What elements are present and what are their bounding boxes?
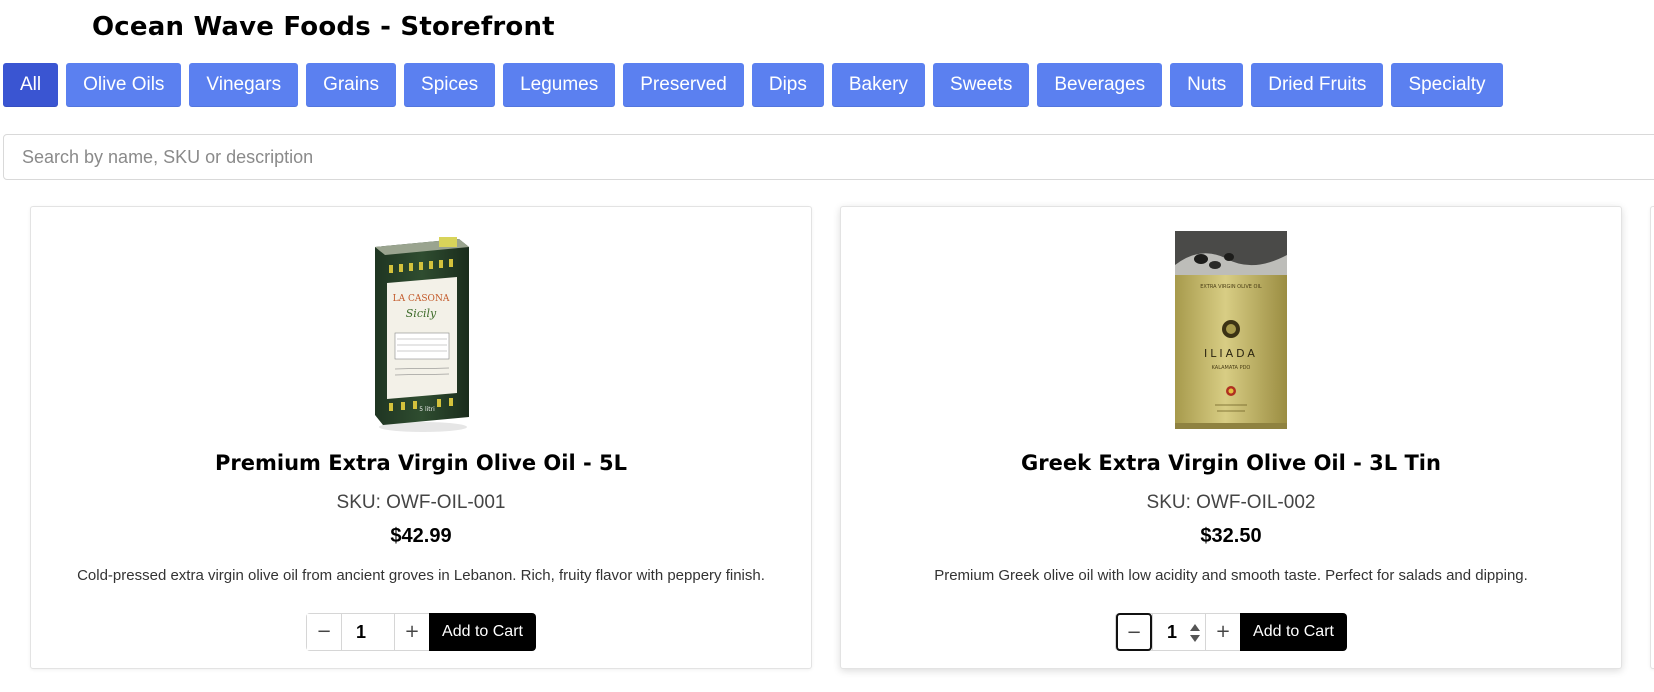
increase-quantity-button[interactable]: + [395, 614, 430, 650]
decrease-quantity-button[interactable]: − [307, 614, 342, 650]
tab-legumes[interactable]: Legumes [503, 63, 616, 107]
product-sku: SKU: OWF-OIL-001 [336, 492, 506, 513]
search-input[interactable] [3, 134, 1654, 180]
olive-oil-tin-image: EXTRA VIRGIN OLIVE OIL ILIADA KALAMATA P… [1175, 231, 1287, 429]
quantity-field [1152, 614, 1207, 650]
tab-dips[interactable]: Dips [751, 63, 824, 107]
tab-beverages[interactable]: Beverages [1037, 63, 1163, 107]
tab-spices[interactable]: Spices [404, 63, 496, 107]
product-price: $42.99 [390, 525, 452, 547]
decrease-quantity-button[interactable]: − [1116, 613, 1153, 651]
add-to-cart-button[interactable]: Add to Cart [429, 613, 536, 651]
product-card: EXTRA VIRGIN OLIVE OIL ILIADA KALAMATA P… [840, 206, 1622, 669]
cart-controls: − + Add to Cart [31, 612, 811, 652]
tab-bakery[interactable]: Bakery [831, 63, 926, 107]
tab-all[interactable]: All [3, 63, 59, 107]
storefront-page: Ocean Wave Foods - Storefront All Olive … [0, 0, 1654, 692]
svg-text:KALAMATA PDO: KALAMATA PDO [1212, 365, 1251, 371]
svg-text:LA CASONA: LA CASONA [393, 294, 450, 304]
product-name: Premium Extra Virgin Olive Oil - 5L [215, 451, 627, 475]
tab-preserved[interactable]: Preserved [623, 63, 744, 107]
category-tabs: All Olive Oils Vinegars Grains Spices Le… [3, 63, 1503, 107]
add-to-cart-button[interactable]: Add to Cart [1240, 613, 1347, 651]
product-description: Premium Greek olive oil with low acidity… [934, 567, 1528, 584]
product-sku: SKU: OWF-OIL-002 [1146, 492, 1316, 513]
olive-oil-tin-image: LA CASONA Sicily 5 litri [375, 237, 469, 432]
tab-olive-oils[interactable]: Olive Oils [66, 63, 182, 107]
tab-specialty[interactable]: Specialty [1391, 63, 1503, 107]
product-card: LA CASONA Sicily 5 litri Premium Extra V… [30, 206, 812, 669]
cart-controls: − + Add to Cart [841, 612, 1621, 652]
svg-text:Sicily: Sicily [406, 307, 437, 320]
page-title: Ocean Wave Foods - Storefront [92, 12, 555, 42]
svg-text:ILIADA: ILIADA [1204, 347, 1258, 360]
tab-sweets[interactable]: Sweets [933, 63, 1030, 107]
product-price: $32.50 [1200, 525, 1262, 547]
product-card [1650, 206, 1654, 669]
tab-grains[interactable]: Grains [306, 63, 397, 107]
spinner-arrows-icon[interactable] [1189, 622, 1201, 644]
product-name: Greek Extra Virgin Olive Oil - 3L Tin [1021, 451, 1441, 475]
tab-vinegars[interactable]: Vinegars [189, 63, 299, 107]
product-description: Cold-pressed extra virgin olive oil from… [77, 567, 765, 584]
tab-nuts[interactable]: Nuts [1170, 63, 1244, 107]
svg-text:EXTRA VIRGIN OLIVE OIL: EXTRA VIRGIN OLIVE OIL [1200, 284, 1262, 290]
quantity-stepper: − + [1115, 613, 1241, 651]
tab-dried-fruits[interactable]: Dried Fruits [1251, 63, 1384, 107]
svg-text:5 litri: 5 litri [419, 406, 435, 413]
increase-quantity-button[interactable]: + [1206, 614, 1241, 650]
quantity-stepper: − + [306, 613, 430, 651]
quantity-input[interactable] [341, 614, 396, 650]
